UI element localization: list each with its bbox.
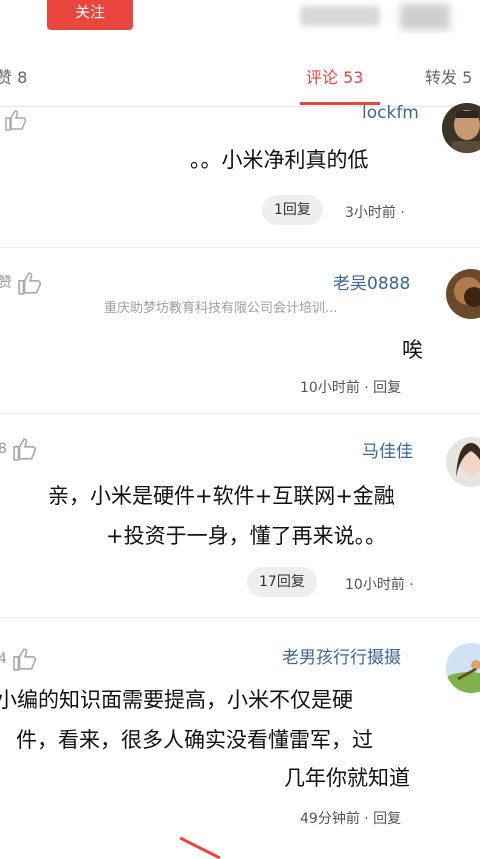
comment-meta: 49分钟前 · 回复 (300, 811, 402, 827)
divider (0, 247, 480, 248)
comment-username[interactable]: 老吴0888 (333, 269, 410, 294)
tab-comments[interactable]: 评论 53 (306, 64, 363, 88)
comment-text: 件，看来，很多人确实没看懂雷军，过 (16, 728, 373, 752)
avatar[interactable] (446, 269, 480, 319)
like-label: 赞 (0, 275, 12, 291)
blurred-content (300, 6, 380, 26)
comment-list[interactable]: lockfm 。。小米净利真的低 1回复 3小时前 · 赞 老吴0888 重庆助… (0, 103, 480, 859)
thumbs-up-icon (13, 648, 37, 671)
avatar[interactable] (446, 643, 480, 693)
comment-text: 唉 (402, 338, 423, 362)
red-arrow-annotation (180, 836, 221, 859)
follow-button[interactable]: 关注 (47, 0, 133, 30)
comment-text: 几年你就知道 (284, 766, 410, 790)
blurred-content (400, 4, 450, 30)
tab-reposts[interactable]: 转发 5 (425, 64, 472, 88)
comment-text: 。。小米净利真的低 (190, 148, 369, 172)
like-button[interactable]: 8 (0, 437, 39, 461)
user-subtitle: 重庆助梦坊教育科技有限公司会计培训... (104, 301, 338, 316)
reply-count-button[interactable]: 17回复 (247, 567, 317, 597)
comment-username[interactable]: 马佳佳 (362, 437, 413, 462)
divider (0, 617, 480, 618)
like-count: 8 (0, 441, 7, 457)
thumbs-up-icon (5, 110, 27, 131)
comment-meta: 10小时前 · (345, 577, 414, 593)
comment-meta: 10小时前 · 回复 (300, 380, 402, 396)
tab-bar: 赞 8 评论 53 转发 5 (0, 34, 480, 107)
comment-username[interactable]: 老男孩行行摄摄 (282, 643, 401, 668)
comment-text: 小编的知识面需要提高，小米不仅是硬 (0, 688, 353, 712)
divider (0, 413, 480, 414)
like-button[interactable]: 4 (0, 647, 39, 671)
reply-count-button[interactable]: 1回复 (262, 195, 323, 225)
avatar[interactable] (446, 437, 480, 487)
top-bar: 关注 (0, 0, 480, 34)
like-button[interactable]: 赞 (0, 271, 44, 295)
avatar[interactable] (442, 103, 480, 153)
thumbs-up-icon (18, 272, 42, 295)
tab-likes[interactable]: 赞 8 (0, 64, 27, 88)
comment-text: 亲，小米是硬件+软件+互联网+金融 (48, 484, 395, 508)
like-count: 4 (0, 651, 7, 667)
comment-text: +投资于一身，懂了再来说。。 (106, 524, 387, 548)
thumbs-up-icon (13, 438, 37, 461)
like-button[interactable] (4, 109, 28, 131)
comment-username[interactable]: lockfm (362, 103, 419, 123)
comment-meta: 3小时前 · (345, 205, 405, 221)
